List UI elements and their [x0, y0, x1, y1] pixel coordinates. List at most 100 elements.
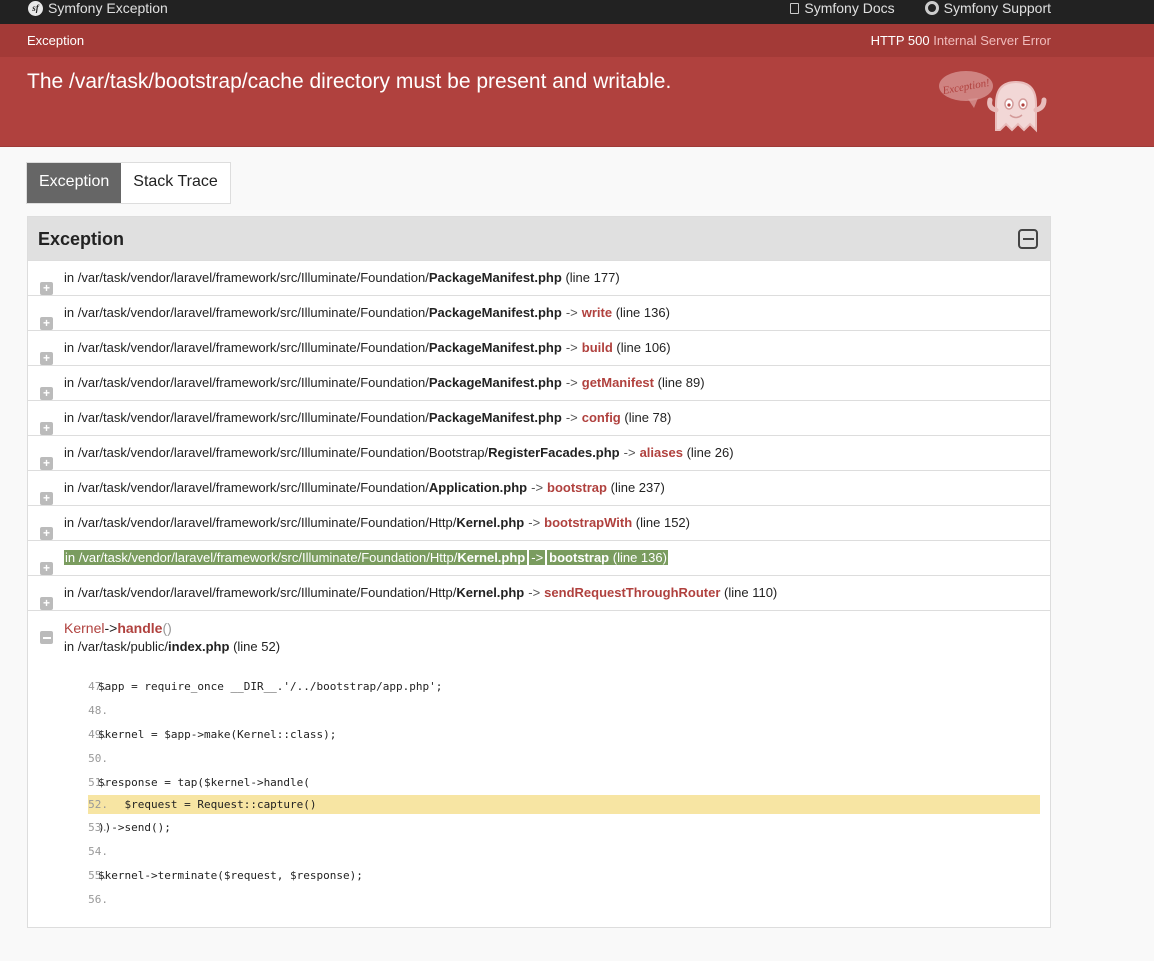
- trace-path: in /var/task/vendor/laravel/framework/sr…: [64, 585, 457, 600]
- trace-path: in /var/task/vendor/laravel/framework/sr…: [64, 375, 429, 390]
- code-line: 54.: [88, 840, 1040, 864]
- status-code: HTTP 500: [870, 33, 930, 48]
- trace-text: in /var/task/vendor/laravel/framework/sr…: [64, 480, 665, 495]
- frame-function: handle: [117, 620, 163, 636]
- symfony-docs-label: Symfony Docs: [804, 0, 895, 16]
- line-number: 50.: [88, 752, 108, 765]
- panel-header: Exception: [28, 217, 1050, 261]
- trace-file: Kernel.php: [457, 550, 526, 565]
- trace-text: in /var/task/vendor/laravel/framework/sr…: [64, 550, 668, 565]
- trace-list: + in /var/task/vendor/laravel/framework/…: [28, 261, 1050, 611]
- trace-text: in /var/task/vendor/laravel/framework/sr…: [64, 375, 705, 390]
- trace-path: in /var/task/vendor/laravel/framework/sr…: [64, 340, 429, 355]
- last-frame: Kernel->handle() in /var/task/public/ind…: [28, 611, 1050, 654]
- trace-path: in /var/task/vendor/laravel/framework/sr…: [65, 550, 458, 565]
- trace-arrow: ->: [565, 340, 578, 355]
- expand-icon[interactable]: +: [40, 282, 53, 295]
- trace-arrow: ->: [528, 585, 541, 600]
- trace-row: + in /var/task/vendor/laravel/framework/…: [28, 296, 1050, 331]
- symfony-docs-link[interactable]: Symfony Docs: [790, 0, 895, 16]
- exception-message: The /var/task/bootstrap/cache directory …: [27, 70, 672, 93]
- frame-call: Kernel->handle(): [64, 620, 1050, 636]
- trace-line: (line 78): [624, 410, 672, 425]
- expand-icon[interactable]: +: [40, 317, 53, 330]
- line-source: ))->send();: [98, 821, 171, 834]
- tab-exception[interactable]: Exception: [27, 163, 122, 203]
- exception-kind: Exception: [27, 33, 85, 48]
- help-links: Symfony Docs Symfony Support: [760, 0, 1051, 16]
- expand-icon[interactable]: +: [40, 562, 53, 575]
- trace-line: (line 110): [724, 585, 778, 600]
- line-source: $kernel = $app->make(Kernel::class);: [98, 728, 337, 741]
- trace-text: in /var/task/vendor/laravel/framework/sr…: [64, 410, 671, 425]
- trace-function: bootstrapWith: [544, 515, 633, 530]
- top-header: sf Symfony Exception Symfony Docs Symfon…: [0, 0, 1154, 24]
- code-line: 49. $kernel = $app->make(Kernel::class);: [88, 723, 1040, 747]
- code-line: 51. $response = tap($kernel->handle(: [88, 771, 1040, 795]
- trace-file: PackageManifest.php: [428, 410, 562, 425]
- trace-text: in /var/task/vendor/laravel/framework/sr…: [64, 340, 671, 355]
- expand-icon[interactable]: +: [40, 457, 53, 470]
- trace-file: Application.php: [428, 480, 528, 495]
- trace-function: write: [581, 305, 613, 320]
- line-source: $kernel->terminate($request, $response);: [98, 869, 363, 882]
- line-number: 54.: [88, 845, 108, 858]
- frame-line: (line 52): [233, 639, 281, 654]
- trace-arrow: ->: [528, 515, 541, 530]
- trace-line: (line 237): [610, 480, 665, 495]
- brand-title: Symfony Exception: [48, 0, 168, 16]
- trace-file: Kernel.php: [456, 515, 525, 530]
- trace-line: (line 152): [635, 515, 690, 530]
- frame-arrow: ->: [104, 620, 118, 636]
- trace-text: in /var/task/vendor/laravel/framework/sr…: [64, 585, 777, 600]
- line-number: 48.: [88, 704, 108, 717]
- expand-icon[interactable]: +: [40, 352, 53, 365]
- expand-icon[interactable]: +: [40, 387, 53, 400]
- expand-icon[interactable]: +: [40, 597, 53, 610]
- trace-arrow: ->: [565, 305, 578, 320]
- trace-line: (line 106): [616, 340, 671, 355]
- code-line: 47. $app = require_once __DIR__.'/../boot…: [88, 675, 1040, 699]
- expand-icon[interactable]: +: [40, 492, 53, 505]
- trace-path: in /var/task/vendor/laravel/framework/sr…: [64, 445, 489, 460]
- trace-row: + in /var/task/vendor/laravel/framework/…: [28, 331, 1050, 366]
- trace-arrow: ->: [565, 410, 578, 425]
- trace-path: in /var/task/vendor/laravel/framework/sr…: [64, 410, 429, 425]
- brand[interactable]: sf Symfony Exception: [28, 0, 168, 16]
- code-line: 53.))->send();: [88, 816, 1040, 840]
- trace-row: + in /var/task/vendor/laravel/framework/…: [28, 506, 1050, 541]
- frame-args: (): [162, 620, 172, 636]
- trace-arrow: ->: [527, 550, 548, 565]
- trace-file: Kernel.php: [456, 585, 525, 600]
- trace-path: in /var/task/vendor/laravel/framework/sr…: [64, 305, 429, 320]
- trace-path: in /var/task/vendor/laravel/framework/sr…: [64, 270, 429, 285]
- trace-function: bootstrap: [549, 550, 610, 565]
- symfony-support-link[interactable]: Symfony Support: [924, 0, 1051, 16]
- code-line: 48.: [88, 699, 1040, 723]
- code-line: 56.: [88, 888, 1040, 912]
- collapse-all-button[interactable]: [1018, 229, 1038, 249]
- trace-arrow: ->: [623, 445, 636, 460]
- trace-row: + in /var/task/vendor/laravel/framework/…: [28, 401, 1050, 436]
- status-text: Internal Server Error: [933, 33, 1051, 48]
- trace-line: (line 26): [686, 445, 734, 460]
- line-source: $response = tap($kernel->handle(: [98, 776, 310, 789]
- trace-text: in /var/task/vendor/laravel/framework/sr…: [64, 305, 670, 320]
- trace-file: PackageManifest.php: [428, 340, 562, 355]
- frame-file: index.php: [168, 639, 230, 654]
- trace-text: in /var/task/vendor/laravel/framework/sr…: [64, 445, 734, 460]
- trace-path: in /var/task/vendor/laravel/framework/sr…: [64, 515, 457, 530]
- trace-text: in /var/task/vendor/laravel/framework/sr…: [64, 270, 620, 285]
- trace-line: (line 136): [615, 305, 670, 320]
- tab-stack-trace[interactable]: Stack Trace: [121, 163, 229, 203]
- expand-icon[interactable]: +: [40, 527, 53, 540]
- frame-location: in /var/task/public/index.php (line 52): [64, 639, 1050, 654]
- collapse-icon[interactable]: [40, 631, 53, 644]
- trace-path: in /var/task/vendor/laravel/framework/sr…: [64, 480, 429, 495]
- trace-arrow: ->: [565, 375, 578, 390]
- trace-line: (line 136): [612, 550, 667, 565]
- code-line: 50.: [88, 747, 1040, 771]
- trace-file: RegisterFacades.php: [488, 445, 620, 460]
- expand-icon[interactable]: +: [40, 422, 53, 435]
- trace-line: (line 177): [565, 270, 620, 285]
